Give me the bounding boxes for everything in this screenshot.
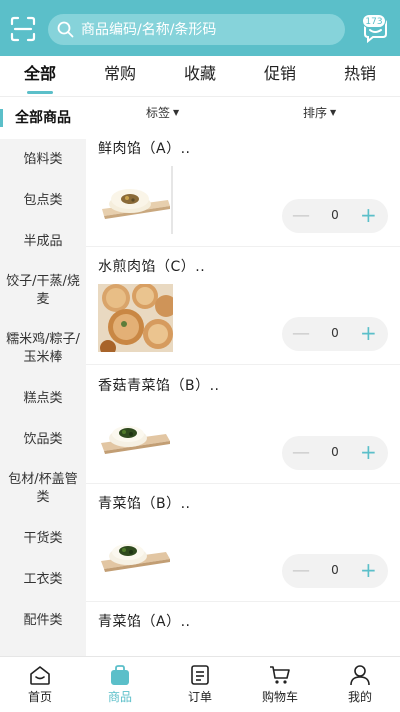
tag-filter-dropdown[interactable]: 标签 ▼ [146,104,179,121]
nav-home[interactable]: 首页 [0,657,80,712]
nav-products[interactable]: 商品 [80,657,160,712]
tab-hot[interactable]: 热销 [320,56,400,96]
quantity-value[interactable]: 0 [325,326,345,340]
filter-row: 标签 ▼ 排序 ▼ [86,97,400,127]
category-item[interactable]: 糯米鸡/粽子/玉米棒 [0,320,86,378]
tab-promotion[interactable]: 促销 [240,56,320,96]
meat-bun-image[interactable] [98,166,173,234]
cart-icon [270,666,290,684]
quantity-value[interactable]: 0 [325,208,345,222]
category-item[interactable]: 饮品类 [0,419,86,460]
caret-down-icon: ▼ [173,107,180,117]
category-item[interactable]: 馅料类 [0,139,86,180]
scan-icon[interactable] [10,16,36,42]
tab-favorites[interactable]: 收藏 [160,56,240,96]
message-count-badge: 173 [362,14,386,28]
category-item[interactable]: 糕点类 [0,378,86,419]
quantity-value[interactable]: 0 [325,563,345,577]
vegetable-bun-image[interactable] [98,521,173,589]
search-bar[interactable] [48,14,345,45]
pan-fried-bun-image[interactable] [98,284,173,352]
bag-icon [111,665,129,685]
filter-tabs: 全部 常购 收藏 促销 热销 [0,56,400,97]
nav-orders[interactable]: 订单 [160,657,240,712]
vegetable-bun-image[interactable] [98,403,173,471]
category-item[interactable]: 饺子/干蒸/烧麦 [0,262,86,320]
product-list: 鲜肉馅（A）.. — 0 + 水煎肉馅（C）.. — 0 + 香菇青菜馅（B）.… [86,128,400,656]
nav-label: 我的 [347,690,372,704]
caret-down-icon: ▼ [330,107,337,117]
increase-button[interactable]: + [360,203,377,227]
category-item[interactable]: 配件类 [0,600,86,641]
user-icon [350,665,370,686]
decrease-button[interactable]: — [292,205,310,226]
tab-frequent[interactable]: 常购 [80,56,160,96]
nav-label: 订单 [187,690,212,704]
product-item[interactable]: 青菜馅（A）.. [86,601,400,656]
increase-button[interactable]: + [360,558,377,582]
search-input[interactable] [81,14,331,45]
decrease-button[interactable]: — [292,323,310,344]
nav-profile[interactable]: 我的 [320,657,400,712]
tab-all[interactable]: 全部 [0,56,80,96]
nav-label: 购物车 [261,690,298,704]
category-sidebar: 全部商品 馅料类 包点类 半成品 饺子/干蒸/烧麦 糯米鸡/粽子/玉米棒 糕点类… [0,97,86,656]
search-icon [57,21,74,38]
increase-button[interactable]: + [360,440,377,464]
home-icon [30,666,50,685]
order-icon [191,665,209,685]
decrease-button[interactable]: — [292,442,310,463]
quantity-stepper: — 0 + [282,554,388,588]
nav-cart[interactable]: 购物车 [240,657,320,712]
top-header: 173 [0,0,400,56]
nav-label: 首页 [27,690,52,704]
nav-label: 商品 [107,690,132,704]
increase-button[interactable]: + [360,321,377,345]
tag-filter-label: 标签 [146,105,171,120]
product-name[interactable]: 香菇青菜馅（B）.. [98,375,220,395]
quantity-stepper: — 0 + [282,436,388,470]
product-name[interactable]: 青菜馅（B）.. [98,493,191,513]
product-item[interactable]: 鲜肉馅（A）.. — 0 + [86,128,400,247]
quantity-value[interactable]: 0 [325,445,345,459]
quantity-stepper: — 0 + [282,317,388,351]
category-item[interactable]: 包材/杯盖管类 [0,460,86,518]
sort-label: 排序 [303,105,328,120]
product-name[interactable]: 鲜肉馅（A）.. [98,138,190,158]
product-item[interactable]: 香菇青菜馅（B）.. — 0 + [86,365,400,484]
category-item[interactable]: 包点类 [0,180,86,221]
quantity-stepper: — 0 + [282,199,388,233]
decrease-button[interactable]: — [292,560,310,581]
product-item[interactable]: 青菜馅（B）.. — 0 + [86,483,400,602]
product-name[interactable]: 青菜馅（A）.. [98,611,190,631]
category-all[interactable]: 全部商品 [0,97,86,139]
product-name[interactable]: 水煎肉馅（C）.. [98,256,205,276]
sort-dropdown[interactable]: 排序 ▼ [303,104,336,121]
category-item[interactable]: 半成品 [0,221,86,262]
category-item[interactable]: 干货类 [0,518,86,559]
product-item[interactable]: 水煎肉馅（C）.. — 0 + [86,246,400,365]
bottom-nav: 首页 商品 订单 购物车 我的 [0,656,400,712]
category-item[interactable]: 工衣类 [0,559,86,600]
